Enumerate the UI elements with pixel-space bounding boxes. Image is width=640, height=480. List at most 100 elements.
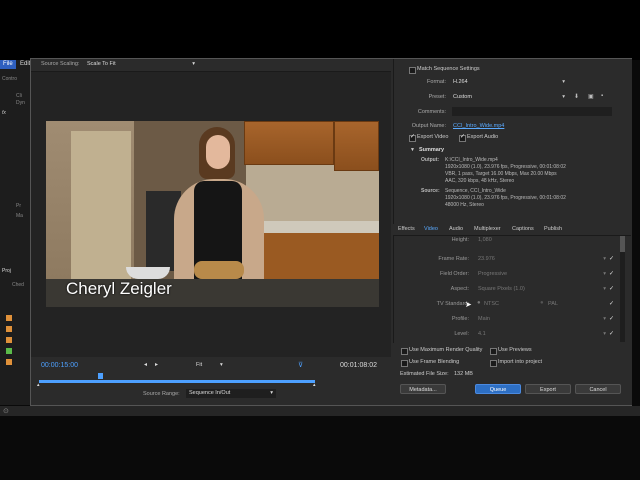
- video-lower-cabinet: [246, 233, 379, 283]
- tab-video[interactable]: Video: [424, 226, 438, 232]
- pal-label: PAL: [548, 301, 558, 307]
- chevron-down-icon: ▾: [603, 256, 606, 262]
- status-icon: ⊙: [3, 408, 9, 415]
- aspect-check-icon[interactable]: ✓: [609, 285, 614, 292]
- import-preset-icon[interactable]: ▣: [588, 93, 594, 100]
- video-caption: Cheryl Zeigler: [66, 279, 172, 298]
- match-sequence-label: Match Sequence Settings: [417, 66, 480, 72]
- summary-title: Summary: [419, 147, 445, 153]
- output-name-link[interactable]: CCI_Intro_Wide.mp4: [453, 123, 504, 129]
- pal-radio[interactable]: ●: [540, 300, 544, 306]
- top-black-band: [0, 0, 640, 60]
- source-range-select[interactable]: Sequence In/Out ▾: [186, 389, 276, 398]
- max-render-quality-checkbox[interactable]: [401, 348, 408, 355]
- import-into-project-checkbox[interactable]: [490, 360, 497, 367]
- tab-audio[interactable]: Audio: [449, 226, 463, 232]
- tab-captions[interactable]: Captions: [512, 226, 534, 232]
- use-previews-label: Use Previews: [498, 347, 532, 353]
- comments-label: Comments:: [417, 109, 446, 115]
- source-scaling-select[interactable]: Scale To Fit ▾: [85, 60, 198, 69]
- field-order-check-icon[interactable]: ✓: [609, 270, 614, 277]
- tv-standard-label: TV Standard:: [436, 301, 469, 307]
- format-value: H.264: [453, 79, 468, 85]
- aspect-select[interactable]: Square Pixels (1.0) ▾: [478, 285, 606, 294]
- profile-select[interactable]: Main ▾: [478, 315, 606, 324]
- level-label: Level:: [454, 331, 469, 337]
- bin-swatch: [6, 326, 12, 332]
- video-counter: [246, 221, 379, 233]
- in-point-icon[interactable]: ▴: [37, 382, 40, 388]
- settings-scrollbar-thumb[interactable]: [620, 236, 625, 252]
- collapse-triangle-icon[interactable]: ▼: [410, 147, 415, 153]
- timecode-duration: 00:01:08:02: [340, 362, 377, 369]
- chevron-down-icon: ▾: [603, 271, 606, 277]
- video-bowl: [126, 267, 170, 279]
- frame-blending-checkbox[interactable]: [401, 360, 408, 367]
- export-button[interactable]: Export: [525, 384, 571, 394]
- bg-label-pr: Pr: [16, 203, 21, 209]
- use-previews-checkbox[interactable]: [490, 348, 497, 355]
- fx-icon: fx: [2, 110, 6, 116]
- frame-rate-check-icon[interactable]: ✓: [609, 255, 614, 262]
- mouse-cursor-icon: ➤: [465, 300, 472, 309]
- queue-button[interactable]: Queue: [475, 384, 521, 394]
- ntsc-label: NTSC: [484, 301, 499, 307]
- export-video-checkbox[interactable]: [409, 133, 416, 142]
- out-point-icon[interactable]: ▴: [313, 382, 316, 388]
- summary-output-line: AAC, 320 kbps, 48 kHz, Stereo: [445, 178, 515, 184]
- frame-rate-select[interactable]: 23.976 ▾: [478, 255, 606, 264]
- cancel-button[interactable]: Cancel: [575, 384, 621, 394]
- level-value: 4.1: [478, 331, 486, 337]
- menu-file[interactable]: File: [0, 60, 16, 69]
- bg-label-ched: Ched: [12, 282, 24, 288]
- level-select[interactable]: 4.1 ▾: [478, 330, 606, 339]
- fit-value: Fit: [196, 362, 203, 368]
- summary-output-line: VBR, 1 pass, Target 16.00 Mbps, Max 20.0…: [445, 171, 557, 177]
- aspect-label: Aspect:: [450, 286, 469, 292]
- delete-preset-icon[interactable]: ▪: [601, 93, 603, 99]
- bin-swatch: [6, 337, 12, 343]
- project-tab[interactable]: Proj: [2, 268, 11, 274]
- previous-frame-icon[interactable]: ◂: [144, 361, 147, 368]
- save-preset-icon[interactable]: ⬇: [574, 93, 579, 100]
- metadata-button[interactable]: Metadata...: [400, 384, 446, 394]
- import-into-project-label: Import into project: [498, 359, 543, 365]
- preset-select[interactable]: Custom ▾: [453, 93, 565, 102]
- background-app-panel: File Edit Contro fx Cli Dyn Pr Ma Proj C…: [0, 60, 32, 405]
- source-range-label: Source Range:: [143, 391, 180, 397]
- tab-effects[interactable]: Effects: [398, 226, 415, 232]
- file-size-label: Estimated File Size:: [400, 371, 449, 377]
- fit-select[interactable]: Fit ▾: [196, 361, 230, 370]
- tab-publish[interactable]: Publish: [544, 226, 562, 232]
- chevron-down-icon: ▾: [603, 331, 606, 337]
- field-order-select[interactable]: Progressive ▾: [478, 270, 606, 279]
- playhead[interactable]: [97, 373, 103, 379]
- set-marker-icon[interactable]: ⊽: [298, 361, 303, 369]
- summary-output-line: K:\CCI_Intro_Wide.mp4: [445, 157, 498, 163]
- bg-label-ma: Ma: [16, 213, 23, 219]
- profile-check-icon[interactable]: ✓: [609, 315, 614, 322]
- chevron-down-icon: ▾: [603, 316, 606, 322]
- export-audio-checkbox[interactable]: [459, 133, 466, 142]
- bg-label-contro: Contro: [2, 76, 18, 82]
- video-cabinet: [334, 121, 379, 171]
- ntsc-radio[interactable]: ●: [477, 300, 481, 306]
- video-cabinet: [244, 121, 334, 165]
- tv-standard-check-icon[interactable]: ✓: [609, 300, 614, 307]
- bin-swatch: [6, 315, 12, 321]
- next-frame-icon[interactable]: ▸: [155, 361, 158, 368]
- bin-swatch: [6, 359, 12, 365]
- format-select[interactable]: H.264 ▾: [453, 78, 565, 87]
- match-sequence-checkbox[interactable]: [409, 67, 416, 74]
- field-order-value: Progressive: [478, 271, 508, 277]
- comments-field[interactable]: [452, 107, 612, 116]
- format-label: Format:: [427, 79, 446, 85]
- preset-label: Preset:: [428, 94, 446, 100]
- tab-multiplexer[interactable]: Multiplexer: [474, 226, 501, 232]
- timecode-current[interactable]: 00:00:15:00: [41, 362, 78, 369]
- level-check-icon[interactable]: ✓: [609, 330, 614, 337]
- chevron-down-icon: ▾: [562, 79, 565, 85]
- timeline-range-bar[interactable]: [39, 380, 315, 383]
- summary-source-line: 48000 Hz, Stereo: [445, 202, 484, 208]
- frame-rate-value: 23.976: [478, 256, 495, 262]
